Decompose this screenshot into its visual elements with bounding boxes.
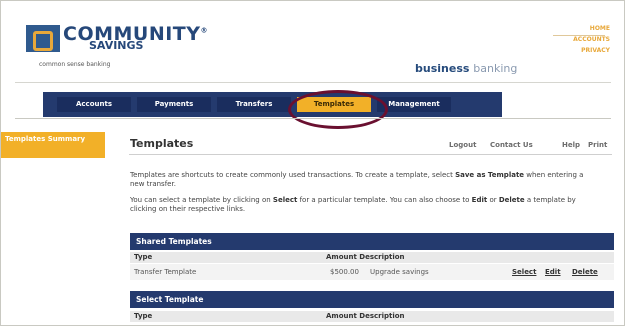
page-frame: COMMUNITY® SAVINGS common sense banking … [0, 0, 625, 326]
top-link-privacy[interactable]: PRIVACY [573, 45, 610, 56]
community-savings-logo-icon[interactable] [26, 25, 60, 52]
intro-paragraph-2: You can select a template by clicking on… [130, 196, 576, 213]
sidebar-item-label: Templates Summary [5, 135, 86, 143]
column-header-type: Type [134, 253, 153, 261]
shared-templates-header-row: Type Amount Description [130, 252, 614, 263]
logout-link[interactable]: Logout [449, 141, 476, 149]
template-description: Upgrade savings [370, 268, 429, 276]
template-type: Transfer Template [134, 268, 197, 276]
help-link[interactable]: Help [562, 141, 580, 149]
page-title: Templates [130, 137, 194, 150]
table-row: Transfer Template $500.00 Upgrade saving… [130, 264, 614, 280]
logo-square-cutout [39, 36, 49, 44]
select-template-link[interactable]: Select [512, 264, 536, 280]
highlight-ring [288, 90, 388, 129]
select-template-heading: Select Template [130, 291, 614, 308]
edit-template-link[interactable]: Edit [545, 264, 561, 280]
tab-accounts[interactable]: Accounts [57, 97, 131, 112]
tab-transfers[interactable]: Transfers [217, 97, 291, 112]
nav-divider [15, 118, 611, 119]
brand-tagline: common sense banking [39, 61, 111, 68]
column-header-amount-description: Amount Description [326, 253, 405, 261]
title-divider [129, 154, 612, 155]
tab-management[interactable]: Management [377, 97, 451, 112]
top-links-divider [553, 35, 605, 36]
print-link[interactable]: Print [588, 141, 607, 149]
column-header-amount-description: Amount Description [326, 312, 405, 320]
top-link-home[interactable]: HOME [573, 23, 610, 34]
tab-payments[interactable]: Payments [137, 97, 211, 112]
delete-template-link[interactable]: Delete [572, 264, 598, 280]
section-label: business banking [415, 62, 518, 75]
template-amount: $500.00 [330, 268, 359, 276]
sidebar-item-templates-summary[interactable]: Templates Summary [1, 132, 105, 158]
intro-paragraph-1: Templates are shortcuts to create common… [130, 171, 584, 188]
header-divider [15, 82, 611, 83]
column-header-type: Type [134, 312, 153, 320]
contact-us-link[interactable]: Contact Us [490, 141, 533, 149]
shared-templates-heading: Shared Templates [130, 233, 614, 250]
top-links: HOME ACCOUNTS PRIVACY [573, 23, 610, 56]
brand-subname: SAVINGS [89, 39, 144, 52]
select-template-header-row: Type Amount Description [130, 311, 614, 322]
